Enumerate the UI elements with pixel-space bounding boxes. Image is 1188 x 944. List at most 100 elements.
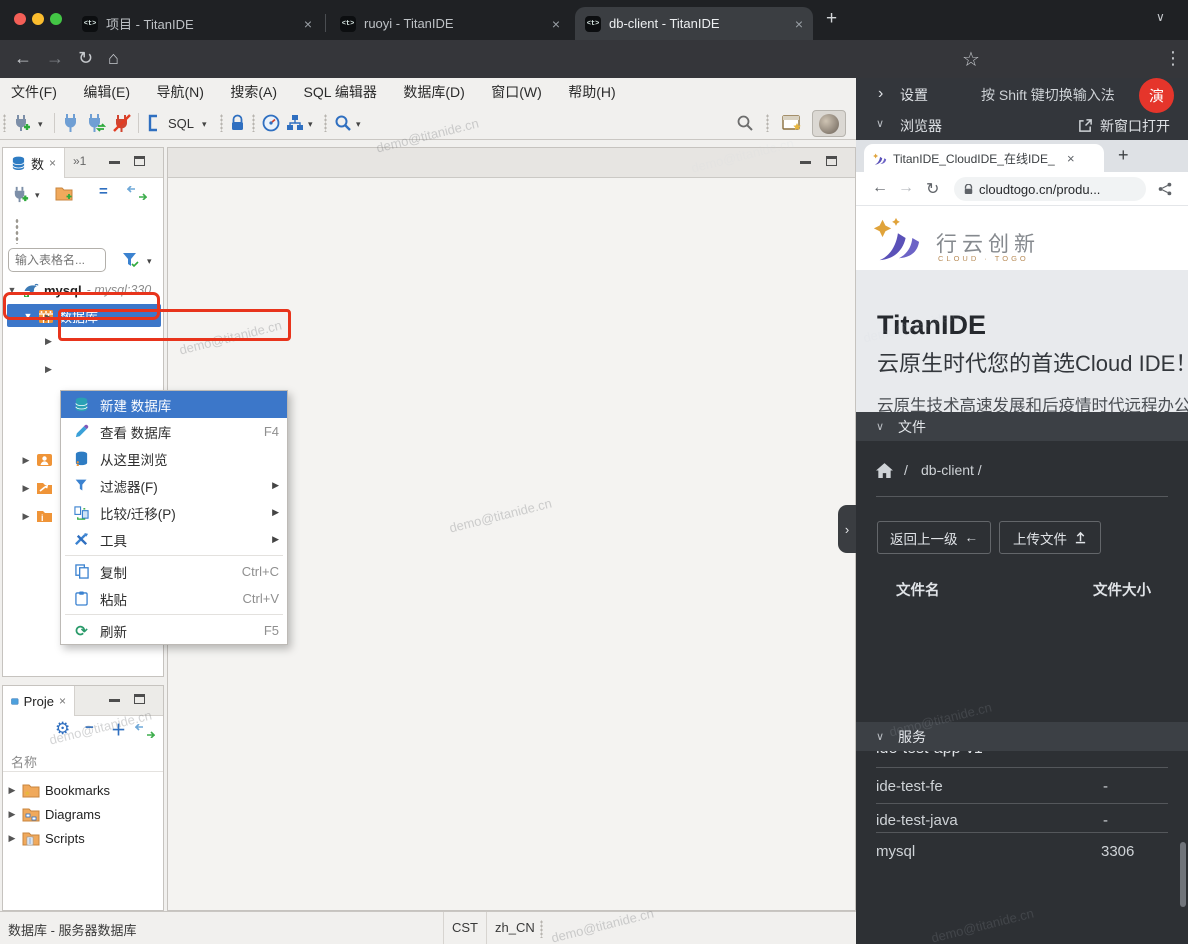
- menu-item-refresh[interactable]: ⟳ 刷新 F5: [61, 617, 287, 644]
- tree-node-mysql[interactable]: ▼ mysql - mysql:330: [7, 278, 177, 302]
- menu-navigate[interactable]: 导航(N): [145, 78, 214, 106]
- menu-help[interactable]: 帮助(H): [557, 78, 626, 106]
- name-column-header[interactable]: 名称: [3, 748, 163, 772]
- new-folder-icon[interactable]: [55, 185, 74, 202]
- transaction-mode-icon[interactable]: [146, 114, 162, 132]
- inner-browser-tab[interactable]: TitanIDE_CloudIDE_在线IDE_ ×: [864, 144, 1104, 172]
- tab-close-icon[interactable]: ×: [795, 16, 803, 32]
- minimize-panel-icon[interactable]: [109, 699, 120, 702]
- new-connection-icon[interactable]: [12, 113, 32, 133]
- menu-item-compare-migrate[interactable]: 比较/迁移(P) ▶: [61, 499, 287, 526]
- minimize-editor-icon[interactable]: [800, 161, 811, 164]
- er-diagram-dropdown-icon[interactable]: ▾: [308, 119, 313, 130]
- maximize-panel-icon[interactable]: [134, 156, 145, 166]
- open-new-window-label[interactable]: 新窗口打开: [1100, 116, 1170, 136]
- menu-item-tools[interactable]: 工具 ▶: [61, 526, 287, 553]
- tree-expanded-icon[interactable]: ▼: [23, 311, 33, 321]
- back-icon[interactable]: ←: [872, 179, 888, 197]
- search-dropdown-icon[interactable]: ▾: [356, 119, 361, 130]
- browser-section-row[interactable]: ∨ 浏览器 新窗口打开: [856, 109, 1188, 140]
- tree-collapsed-icon[interactable]: ▶: [45, 364, 52, 375]
- tree-node-diagrams[interactable]: ▶ Diagrams: [7, 802, 101, 826]
- filter-funnel-icon[interactable]: [121, 251, 139, 269]
- browser-tab-3-active[interactable]: <t> db-client - TitanIDE ×: [575, 7, 813, 40]
- tree-collapsed-icon[interactable]: ▶: [7, 785, 17, 796]
- inner-address-bar[interactable]: cloudtogo.cn/produ...: [954, 177, 1146, 201]
- browser-tab-2[interactable]: <t> ruoyi - TitanIDE ×: [330, 7, 570, 40]
- home-icon[interactable]: ⌂: [108, 48, 119, 69]
- minimize-panel-icon[interactable]: [109, 161, 120, 164]
- tab-search-chevron-icon[interactable]: ∨: [1156, 10, 1165, 24]
- settings-gear-icon[interactable]: ⚙: [55, 719, 70, 739]
- status-timezone[interactable]: CST: [452, 920, 478, 935]
- sql-mode-dropdown-icon[interactable]: ▾: [202, 119, 207, 130]
- maximize-panel-icon[interactable]: [134, 694, 145, 704]
- user-account-button[interactable]: [812, 110, 846, 137]
- reconnect-icon[interactable]: [86, 113, 106, 133]
- macos-minimize-button[interactable]: [32, 13, 44, 25]
- tab-projects[interactable]: Proje ×: [3, 686, 75, 716]
- status-locale[interactable]: zh_CN: [495, 920, 535, 935]
- dashboard-gauge-icon[interactable]: [262, 114, 280, 132]
- sql-mode-label[interactable]: SQL: [168, 116, 194, 131]
- inner-tab-close-icon[interactable]: ×: [1067, 151, 1075, 166]
- reload-icon[interactable]: ↻: [78, 48, 93, 69]
- menu-item-view-database[interactable]: 查看 数据库 F4: [61, 418, 287, 445]
- tree-node-system-info[interactable]: ▶ i: [21, 504, 53, 528]
- maximize-editor-icon[interactable]: [826, 156, 837, 166]
- go-up-button[interactable]: 返回上一级 ←: [877, 521, 991, 554]
- tree-expanded-icon[interactable]: ▼: [7, 285, 17, 295]
- menu-item-browse-from-here[interactable]: 从这里浏览: [61, 445, 287, 472]
- browser-tab-1[interactable]: <t> 项目 - TitanIDE ×: [72, 7, 322, 40]
- tab-close-icon[interactable]: ×: [552, 16, 560, 32]
- connect-icon[interactable]: [62, 113, 80, 133]
- breadcrumb-path[interactable]: db-client /: [921, 462, 982, 478]
- perspective-icon[interactable]: [782, 114, 802, 132]
- menu-file[interactable]: 文件(F): [0, 78, 68, 106]
- tree-collapsed-icon[interactable]: ▶: [45, 312, 52, 323]
- home-icon[interactable]: [876, 463, 893, 478]
- link-with-editor-icon[interactable]: [127, 186, 147, 200]
- tab-database-navigator[interactable]: 数 ×: [3, 148, 65, 178]
- tree-node-scripts[interactable]: ▶ Scripts: [7, 826, 85, 850]
- bookmark-star-icon[interactable]: ☆: [962, 47, 980, 72]
- menu-item-copy[interactable]: 复制 Ctrl+C: [61, 558, 287, 585]
- lock-icon[interactable]: [230, 114, 245, 132]
- menu-item-create-database[interactable]: 新建 数据库: [61, 391, 287, 418]
- link-with-editor-icon[interactable]: [135, 724, 155, 738]
- reload-icon[interactable]: ↻: [926, 179, 939, 199]
- tree-collapsed-icon[interactable]: ▶: [45, 336, 52, 347]
- scrollbar-thumb[interactable]: [1180, 842, 1186, 907]
- new-connection-dropdown-icon[interactable]: ▾: [38, 119, 43, 130]
- disconnect-icon[interactable]: [112, 113, 132, 133]
- tree-collapsed-icon[interactable]: ▶: [21, 511, 31, 522]
- menu-sql-editor[interactable]: SQL 编辑器: [292, 78, 387, 106]
- share-nodes-icon[interactable]: [1158, 182, 1172, 196]
- menu-search[interactable]: 搜索(A): [219, 78, 288, 106]
- search-icon[interactable]: [334, 114, 352, 132]
- expand-side-panel-handle[interactable]: ›: [838, 505, 856, 553]
- menu-item-paste[interactable]: 粘贴 Ctrl+V: [61, 585, 287, 612]
- tree-node-users[interactable]: ▶: [21, 448, 53, 472]
- back-icon[interactable]: ←: [14, 48, 32, 69]
- tree-collapsed-icon[interactable]: ▶: [21, 455, 31, 466]
- quick-search-icon[interactable]: [736, 114, 754, 132]
- menu-database[interactable]: 数据库(D): [392, 78, 475, 106]
- tree-node-databases-selected[interactable]: ▼ 数据库: [7, 304, 161, 327]
- new-connection-icon[interactable]: [11, 185, 30, 204]
- upload-file-button[interactable]: 上传文件: [999, 521, 1101, 554]
- tab-close-icon[interactable]: ×: [304, 16, 312, 32]
- menu-window[interactable]: 窗口(W): [480, 78, 553, 106]
- tree-collapsed-icon[interactable]: ▶: [21, 483, 31, 494]
- demo-badge[interactable]: 演: [1139, 78, 1174, 113]
- filter-dropdown-icon[interactable]: ▾: [147, 256, 152, 267]
- new-tab-button[interactable]: +: [826, 8, 837, 30]
- chrome-menu-icon[interactable]: ⋮: [1164, 48, 1182, 69]
- tab-close-icon[interactable]: ×: [59, 694, 66, 708]
- forward-icon[interactable]: →: [898, 179, 914, 197]
- forward-icon[interactable]: →: [46, 48, 64, 69]
- inner-new-tab-icon[interactable]: +: [1118, 145, 1129, 166]
- tree-node-administer[interactable]: ▶: [21, 476, 53, 500]
- files-section-header[interactable]: ∨ 文件: [856, 412, 1188, 441]
- table-filter-input[interactable]: [8, 248, 106, 272]
